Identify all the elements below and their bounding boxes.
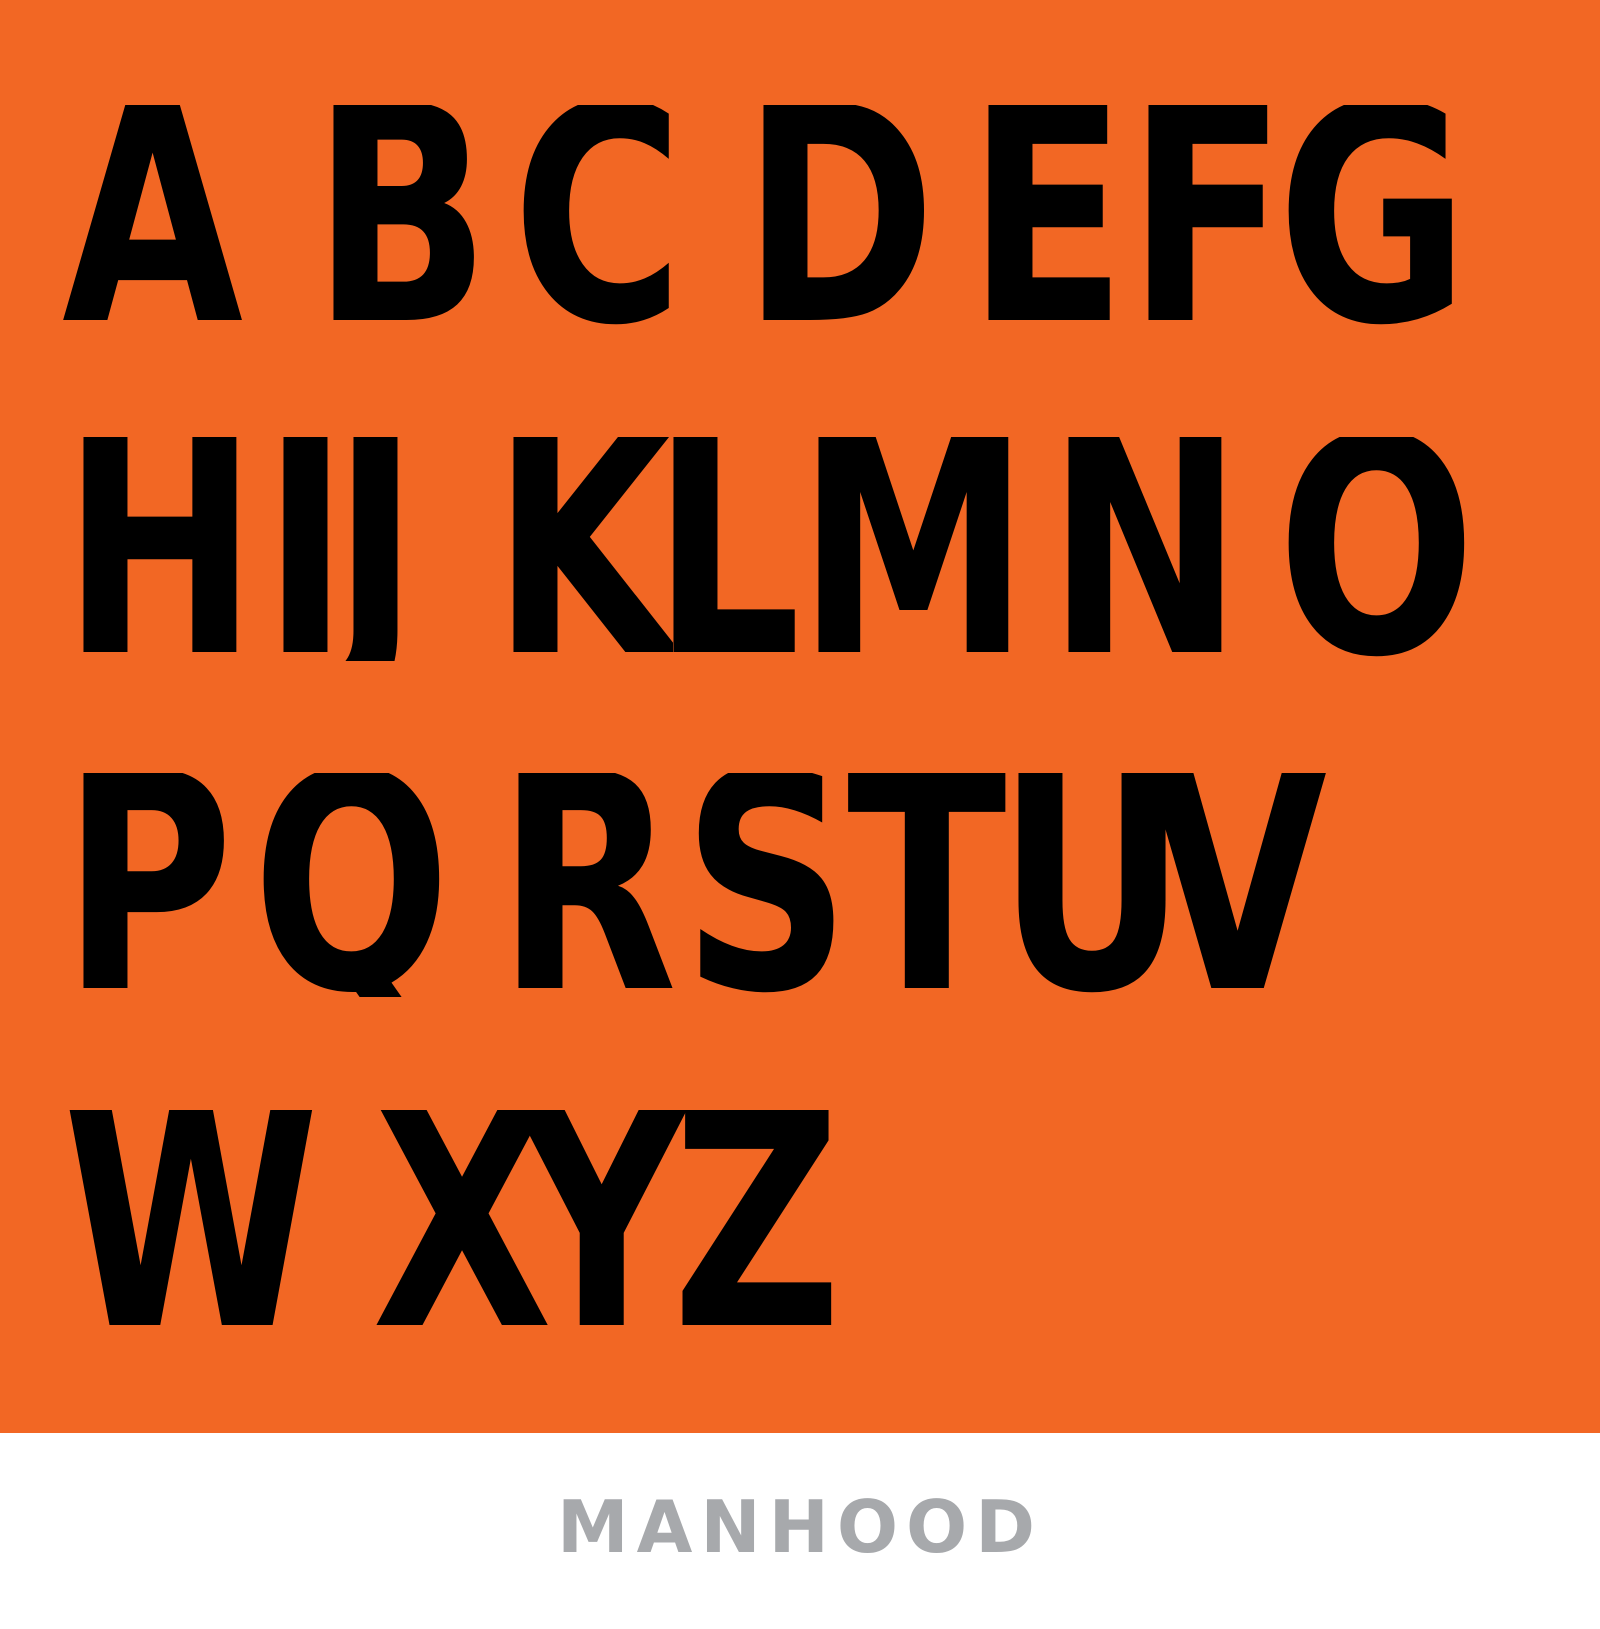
glyph-row-2: H I J K L M N O [62, 437, 1497, 661]
glyph-row-1: A B C D E F G [62, 105, 1497, 329]
glyph-f: F [1127, 105, 1287, 329]
glyph-j: J [332, 437, 420, 661]
glyph-o: O [1277, 437, 1476, 661]
glyph-w: W [62, 1110, 321, 1334]
glyph-q: Q [252, 773, 451, 997]
alphabet-specimen-panel: A B C D E F G H I J K L M N O P Q R S T … [0, 0, 1600, 1433]
glyph-l: L [652, 437, 802, 661]
glyph-r: R [497, 773, 678, 997]
glyph-y: Y [517, 1110, 687, 1334]
glyph-v: V [1147, 773, 1329, 997]
glyph-p: P [62, 773, 234, 997]
glyph-m: M [797, 437, 1030, 661]
glyph-g: G [1277, 105, 1470, 329]
glyph-k: K [492, 437, 674, 661]
glyph-t: T [847, 773, 1007, 997]
glyph-d: D [742, 105, 937, 329]
glyph-h: H [62, 437, 258, 661]
glyph-row-4: W X Y Z [62, 1110, 842, 1334]
glyph-z: Z [672, 1110, 842, 1334]
glyph-n: N [1047, 437, 1243, 661]
footer: MANHOOD [0, 1433, 1600, 1629]
glyph-a: A [62, 105, 244, 329]
glyph-b: B [312, 105, 491, 329]
glyph-row-3: P Q R S T U V [62, 773, 1367, 997]
glyph-c: C [512, 105, 684, 329]
font-name-label: MANHOOD [556, 1485, 1044, 1569]
glyph-s: S [682, 773, 851, 997]
glyph-e: E [967, 105, 1127, 329]
